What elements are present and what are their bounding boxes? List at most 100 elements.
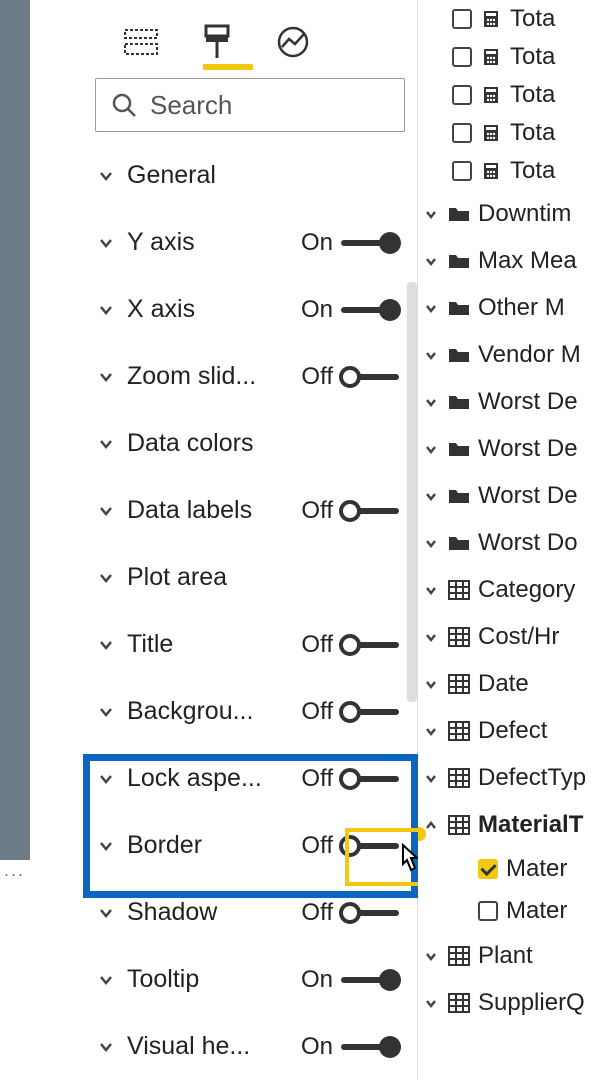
folder-icon — [448, 344, 470, 366]
field-table[interactable]: Plant — [418, 932, 611, 979]
field-folder[interactable]: Downtim — [418, 190, 611, 237]
analytics-tab-icon[interactable] — [273, 22, 313, 62]
field-measure[interactable]: Tota — [418, 76, 611, 114]
toggle-state: Off — [293, 698, 333, 726]
pane-tabs — [83, 0, 417, 68]
field-folder[interactable]: Worst De — [418, 425, 611, 472]
field-measure[interactable]: Tota — [418, 0, 611, 38]
format-row-lockaspect[interactable]: Lock aspe...Off — [83, 745, 417, 812]
format-row-border[interactable]: BorderOff — [83, 812, 417, 879]
chevron-down-icon — [95, 635, 117, 655]
format-label: X axis — [127, 295, 283, 324]
field-table[interactable]: DefectTyp — [418, 754, 611, 801]
field-label: Category — [478, 576, 575, 604]
field-label: Cost/Hr — [478, 623, 559, 651]
format-row-tooltip[interactable]: TooltipOn — [83, 946, 417, 1013]
field-folder[interactable]: Other M — [418, 284, 611, 331]
toggle-background[interactable] — [341, 709, 399, 715]
checkbox[interactable] — [478, 859, 498, 879]
checkbox[interactable] — [452, 47, 472, 67]
calculator-icon — [480, 160, 502, 182]
field-label: Tota — [510, 5, 555, 33]
format-label: Border — [127, 831, 283, 860]
field-table[interactable]: Defect — [418, 707, 611, 754]
toggle-state: Off — [293, 899, 333, 927]
field-column[interactable]: Mater — [418, 890, 611, 932]
field-label: Vendor M — [478, 341, 581, 369]
chevron-down-icon — [95, 166, 117, 186]
toggle-datalabels[interactable] — [341, 508, 399, 514]
checkbox[interactable] — [452, 123, 472, 143]
format-row-shadow[interactable]: ShadowOff — [83, 879, 417, 946]
field-label: Tota — [510, 81, 555, 109]
field-table[interactable]: SupplierQ — [418, 979, 611, 1026]
format-row-yaxis[interactable]: Y axisOn — [83, 209, 417, 276]
chevron-down-icon — [422, 535, 440, 551]
field-measure[interactable]: Tota — [418, 114, 611, 152]
field-measure[interactable]: Tota — [418, 38, 611, 76]
toggle-xaxis[interactable] — [341, 307, 399, 313]
folder-icon — [448, 250, 470, 272]
field-folder[interactable]: Max Mea — [418, 237, 611, 284]
format-tab-icon[interactable] — [197, 22, 237, 62]
toggle-zoom[interactable] — [341, 374, 399, 380]
search-input[interactable] — [150, 90, 390, 121]
checkbox[interactable] — [452, 9, 472, 29]
checkbox[interactable] — [452, 161, 472, 181]
toggle-state: Off — [293, 631, 333, 659]
calculator-icon — [480, 122, 502, 144]
fields-panel: TotaTotaTotaTotaTotaDowntimMax MeaOther … — [418, 0, 611, 1080]
field-folder[interactable]: Worst De — [418, 378, 611, 425]
format-row-background[interactable]: Backgrou...Off — [83, 678, 417, 745]
toggle-state: On — [293, 296, 333, 324]
format-row-datacolors[interactable]: Data colors — [83, 410, 417, 477]
field-table[interactable]: Category — [418, 566, 611, 613]
toggle-border[interactable] — [341, 843, 399, 849]
field-column[interactable]: Mater — [418, 848, 611, 890]
format-row-visualhead[interactable]: Visual he...On — [83, 1013, 417, 1080]
field-table[interactable]: Date — [418, 660, 611, 707]
field-label: Worst De — [478, 388, 578, 416]
field-table[interactable]: MaterialT — [418, 801, 611, 848]
chevron-down-icon — [95, 702, 117, 722]
field-measure[interactable]: Tota — [418, 152, 611, 190]
toggle-title[interactable] — [341, 642, 399, 648]
search-box[interactable] — [95, 78, 405, 132]
chevron-down-icon — [422, 582, 440, 598]
format-row-xaxis[interactable]: X axis On — [83, 276, 417, 343]
format-row-general[interactable]: General — [83, 142, 417, 209]
chevron-down-icon — [95, 568, 117, 588]
chevron-down-icon — [422, 206, 440, 222]
toggle-state: On — [293, 229, 333, 257]
toggle-lockaspect[interactable] — [341, 776, 399, 782]
chevron-down-icon — [422, 948, 440, 964]
toggle-tooltip[interactable] — [341, 977, 399, 983]
checkbox[interactable] — [452, 85, 472, 105]
format-list: General Y axisOn X axis On Zoom slid...Of… — [83, 142, 417, 1080]
format-row-plotarea[interactable]: Plot area — [83, 544, 417, 611]
field-label: Mater — [506, 855, 567, 883]
format-row-title[interactable]: TitleOff — [83, 611, 417, 678]
checkbox[interactable] — [478, 901, 498, 921]
field-folder[interactable]: Vendor M — [418, 331, 611, 378]
calculator-icon — [480, 84, 502, 106]
fields-tab-icon[interactable] — [121, 22, 161, 62]
field-folder[interactable]: Worst De — [418, 472, 611, 519]
format-label: General — [127, 161, 399, 190]
field-label: DefectTyp — [478, 764, 586, 792]
canvas-gap — [30, 0, 45, 860]
field-label: Max Mea — [478, 247, 577, 275]
format-label: Lock aspe... — [127, 764, 283, 793]
toggle-shadow[interactable] — [341, 910, 399, 916]
toggle-yaxis[interactable] — [341, 240, 399, 246]
field-table[interactable]: Cost/Hr — [418, 613, 611, 660]
format-row-zoom[interactable]: Zoom slid...Off — [83, 343, 417, 410]
toggle-visualhead[interactable] — [341, 1044, 399, 1050]
format-row-datalabels[interactable]: Data labelsOff — [83, 477, 417, 544]
format-label: Plot area — [127, 563, 399, 592]
calculator-icon — [480, 8, 502, 30]
field-label: Other M — [478, 294, 565, 322]
table-icon — [448, 673, 470, 695]
field-folder[interactable]: Worst Do — [418, 519, 611, 566]
scrollbar[interactable] — [407, 282, 417, 702]
